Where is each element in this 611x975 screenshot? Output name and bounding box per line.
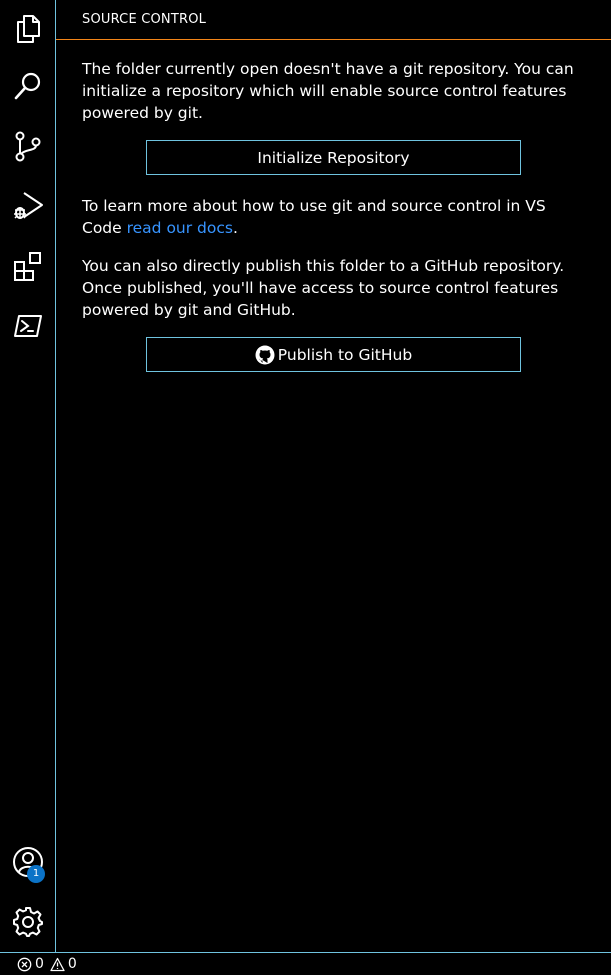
learn-more-message: To learn more about how to use git and s… <box>82 195 585 239</box>
publish-to-github-label: Publish to GitHub <box>277 345 413 364</box>
accounts-badge: 1 <box>27 865 45 883</box>
read-docs-link[interactable]: read our docs <box>127 219 233 237</box>
error-icon <box>17 957 32 971</box>
search-icon <box>14 72 41 100</box>
publish-message: You can also directly publish this folde… <box>82 257 565 319</box>
activity-explorer[interactable] <box>0 0 56 56</box>
no-repo-message: The folder currently open doesn't have a… <box>82 60 574 122</box>
files-icon <box>17 15 40 43</box>
panel-body: The folder currently open doesn't have a… <box>56 40 611 372</box>
error-count: 0 <box>35 956 44 972</box>
source-control-panel: SOURCE CONTROL The folder currently open… <box>56 0 611 952</box>
status-bar: 0 0 <box>0 952 611 975</box>
run-debug-icon <box>14 192 43 219</box>
activity-source-control[interactable] <box>0 118 56 174</box>
github-icon <box>255 345 275 364</box>
initialize-repository-label: Initialize Repository <box>257 148 410 167</box>
activity-manage[interactable] <box>0 894 56 950</box>
gear-icon <box>13 907 43 937</box>
activity-accounts[interactable]: 1 <box>0 834 56 890</box>
extensions-icon <box>14 252 41 281</box>
activity-bar: 1 <box>0 0 56 952</box>
publish-to-github-button[interactable]: Publish to GitHub <box>146 337 521 372</box>
learn-more-suffix: . <box>232 219 238 237</box>
initialize-repository-button[interactable]: Initialize Repository <box>146 140 521 175</box>
problems-warnings[interactable]: 0 <box>50 956 77 972</box>
problems-errors[interactable]: 0 <box>17 956 44 972</box>
source-control-icon <box>15 131 41 162</box>
activity-run-debug[interactable] <box>0 178 56 234</box>
panel-title: SOURCE CONTROL <box>56 0 611 40</box>
warning-icon <box>50 957 65 971</box>
activity-extensions[interactable] <box>0 238 56 294</box>
activity-search[interactable] <box>0 58 56 114</box>
warning-count: 0 <box>67 956 77 972</box>
vscode-window: 1 SOURCE CONTROL The folder currently op… <box>0 0 611 975</box>
terminal-icon <box>14 315 42 337</box>
activity-powershell[interactable] <box>0 298 56 354</box>
